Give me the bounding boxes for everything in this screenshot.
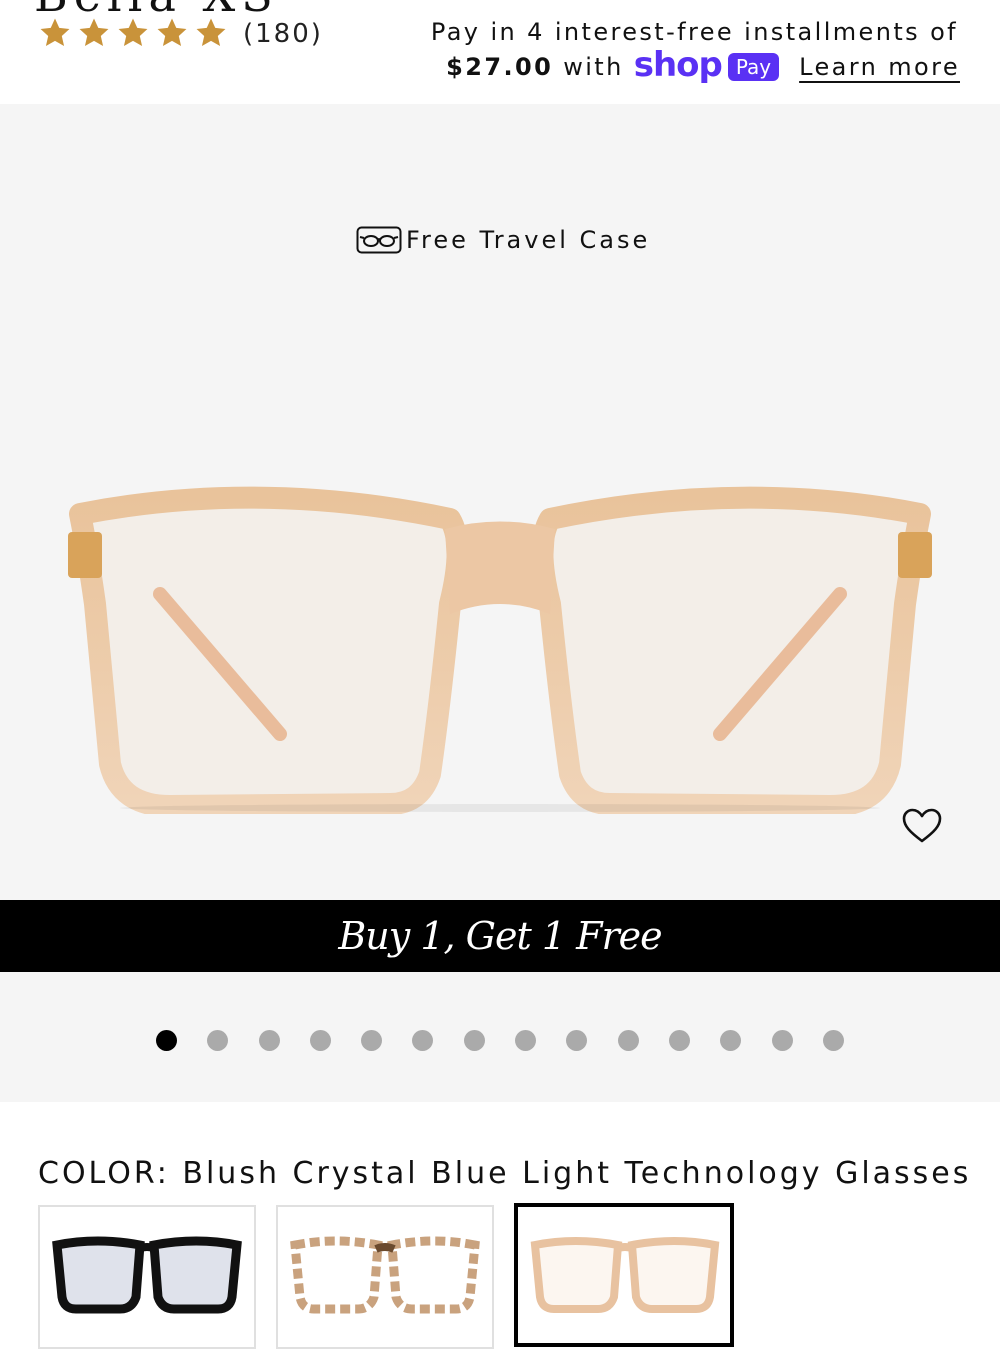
- heart-icon[interactable]: [900, 804, 944, 848]
- rating-summary[interactable]: (180): [38, 16, 323, 52]
- color-swatches: [38, 1203, 754, 1349]
- shop-pay-badge: Pay: [727, 53, 780, 81]
- carousel-dot[interactable]: [412, 1030, 434, 1051]
- carousel-dot[interactable]: [617, 1030, 639, 1051]
- carousel-dot[interactable]: [566, 1030, 588, 1051]
- shop-logo-word: shop: [633, 45, 723, 85]
- promo-banner: Buy 1, Get 1 Free: [0, 900, 1000, 972]
- learn-more-link[interactable]: Learn more: [799, 53, 960, 81]
- carousel-dot[interactable]: [258, 1030, 280, 1051]
- product-image-glasses: [68, 486, 932, 814]
- free-travel-case-badge: Free Travel Case: [356, 226, 650, 254]
- color-swatch-tortoise[interactable]: [276, 1205, 494, 1349]
- color-swatch-blush-crystal[interactable]: [514, 1203, 734, 1347]
- color-swatch-black[interactable]: [38, 1205, 256, 1349]
- blush-crystal-glasses-thumbnail: [530, 1237, 720, 1313]
- carousel-dot[interactable]: [668, 1030, 690, 1051]
- installment-amount: $27.00: [446, 53, 554, 81]
- star-icon: [77, 16, 113, 52]
- carousel-pagination[interactable]: [156, 1030, 874, 1051]
- rating-count: (180): [243, 19, 323, 49]
- black-glasses-thumbnail: [52, 1236, 242, 1314]
- carousel-dot[interactable]: [309, 1030, 331, 1051]
- star-icon: [116, 16, 152, 52]
- carousel-dot[interactable]: [515, 1030, 537, 1051]
- carousel-dot[interactable]: [771, 1030, 793, 1051]
- carousel-dot[interactable]: [156, 1030, 177, 1051]
- glasses-case-icon: [356, 226, 402, 254]
- shop-pay-logo: shop Pay: [634, 48, 780, 82]
- free-travel-case-text: Free Travel Case: [406, 226, 651, 254]
- star-icon: [194, 16, 230, 52]
- tortoise-glasses-thumbnail: [290, 1236, 480, 1314]
- carousel-dot[interactable]: [207, 1030, 229, 1051]
- carousel-dot[interactable]: [463, 1030, 485, 1051]
- product-gallery[interactable]: Free Travel Case Buy 1, Get 1 Free: [0, 104, 1000, 1102]
- installments-line: $27.00 with shop Pay Learn more: [446, 48, 960, 82]
- star-icon: [155, 16, 191, 52]
- carousel-dot[interactable]: [822, 1030, 844, 1051]
- carousel-dot[interactable]: [720, 1030, 742, 1051]
- with-text: with: [563, 53, 624, 81]
- color-label: COLOR: Blush Crystal Blue Light Technolo…: [38, 1156, 972, 1191]
- promo-banner-text: Buy 1, Get 1 Free: [338, 914, 662, 958]
- installments-text: Pay in 4 interest-free installments of: [430, 18, 958, 46]
- star-icon: [38, 16, 74, 52]
- carousel-dot[interactable]: [361, 1030, 383, 1051]
